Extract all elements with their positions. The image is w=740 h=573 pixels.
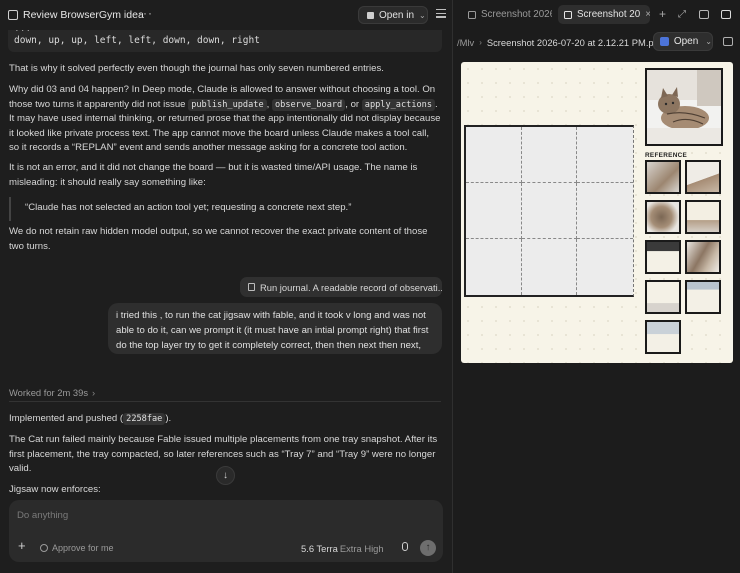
- more-icon[interactable]: ···: [138, 6, 153, 20]
- board-cell[interactable]: [466, 183, 522, 239]
- message-paragraph: Why did 03 and 04 happen? In Deep mode, …: [9, 83, 441, 156]
- user-message: i tried this , to run the cat jigsaw wit…: [108, 303, 442, 354]
- inline-code: publish_update: [188, 98, 267, 111]
- tray-piece[interactable]: [645, 200, 681, 234]
- message-paragraph: Implemented and pushed (2258fae).: [9, 412, 441, 427]
- chevron-down-icon: ⌄: [705, 37, 712, 46]
- expand-icon[interactable]: ⤢: [678, 9, 686, 20]
- journal-label: Run journal. A readable record of observ…: [260, 281, 442, 293]
- sidebar-toggle-icon[interactable]: [721, 10, 731, 19]
- tab-label: Screenshot 20: [577, 9, 641, 20]
- tray-piece[interactable]: [645, 240, 681, 274]
- tray-piece[interactable]: [685, 200, 721, 234]
- open-button[interactable]: Open ⌄: [653, 32, 713, 51]
- plus-icon[interactable]: +: [659, 7, 666, 21]
- board-cell[interactable]: [466, 239, 522, 295]
- scroll-down-button[interactable]: ↓: [216, 466, 235, 485]
- cat-photo: [647, 70, 721, 144]
- reference-image: [645, 68, 723, 146]
- chat-title[interactable]: Review BrowserGym idea: [23, 9, 144, 21]
- image-icon: [468, 10, 476, 19]
- board-cell[interactable]: [521, 183, 578, 239]
- open-in-button[interactable]: Open in ⌄: [358, 6, 428, 24]
- tray-piece[interactable]: [645, 160, 681, 194]
- tray-piece[interactable]: [685, 280, 721, 314]
- microphone-icon[interactable]: [402, 542, 408, 551]
- breadcrumb: /Mlv › Screenshot 2026-07-20 at 2.12.21 …: [453, 32, 740, 52]
- plus-icon: +: [18, 538, 26, 553]
- message-paragraph: We do not retain raw hidden model output…: [9, 226, 428, 252]
- arrow-down-icon: ↓: [223, 470, 228, 481]
- open-label: Open: [673, 36, 699, 47]
- board-cell[interactable]: [577, 239, 633, 295]
- tab-screenshot-2[interactable]: Screenshot 20 ×: [558, 5, 650, 24]
- chevron-right-icon: ›: [92, 387, 96, 398]
- text-span: ).: [165, 413, 172, 424]
- message-paragraph: It is not an error, and it did not chang…: [9, 162, 418, 188]
- blockquote: “Claude has not selected an action tool …: [9, 197, 441, 221]
- file-name: Screenshot 2026-07-20 at 2.12.21 PM.png: [486, 36, 665, 48]
- shield-icon: [40, 544, 48, 552]
- board-cell[interactable]: [577, 127, 633, 183]
- image-icon: [564, 10, 572, 19]
- tray-piece[interactable]: [685, 160, 721, 194]
- tray-piece[interactable]: [645, 320, 681, 354]
- code-line: down, up, up, left, left, down, down, ri…: [14, 35, 260, 46]
- tray-piece[interactable]: [645, 280, 681, 314]
- window-icon[interactable]: [699, 10, 709, 19]
- screenshot-viewer: REFERENCE: [461, 62, 733, 363]
- board-cell[interactable]: [521, 239, 578, 295]
- jigsaw-board: [464, 125, 634, 297]
- add-attachment-button[interactable]: +: [18, 538, 26, 553]
- chat-bubble-icon: [8, 10, 18, 20]
- message-paragraph: Jigsaw now enforces:: [9, 484, 101, 495]
- worked-for-toggle[interactable]: Worked for 2m 39s ›: [9, 387, 95, 398]
- chat-header: Review BrowserGym idea ··· Open in ⌄: [0, 0, 452, 30]
- composer: + Approve for me 5.6 TerraExtra High ↑: [9, 500, 443, 562]
- preview-app-icon: [660, 37, 669, 46]
- reference-label: REFERENCE: [645, 152, 688, 159]
- approve-label: Approve for me: [52, 543, 114, 553]
- divider: [9, 401, 441, 402]
- tray-piece[interactable]: [685, 240, 721, 274]
- open-in-label: Open in: [379, 9, 415, 21]
- list-icon[interactable]: [436, 9, 446, 19]
- code-cutoff: ...: [14, 30, 31, 34]
- document-icon: [248, 283, 255, 291]
- close-icon[interactable]: ×: [645, 9, 650, 20]
- inline-code: observe_board: [271, 98, 346, 111]
- message-paragraph: That is why it solved perfectly even tho…: [9, 63, 384, 74]
- journal-attachment[interactable]: Run journal. A readable record of observ…: [240, 277, 442, 297]
- path-prefix[interactable]: /Mlv: [457, 37, 474, 48]
- chevron-down-icon: ⌄: [419, 10, 426, 20]
- inline-code: apply_actions: [361, 98, 436, 111]
- model-selector[interactable]: 5.6 Terra Extra High: [301, 543, 384, 554]
- board-cell[interactable]: [577, 183, 633, 239]
- chat-pane: Review BrowserGym idea ··· Open in ⌄ ...…: [0, 0, 452, 573]
- board-cell[interactable]: [521, 127, 578, 183]
- send-button[interactable]: ↑: [420, 540, 436, 556]
- code-block: ... down, up, up, left, left, down, down…: [8, 30, 442, 52]
- copy-icon[interactable]: [723, 37, 733, 46]
- model-effort: Extra High: [339, 543, 384, 554]
- commit-hash: 2258fae: [123, 413, 166, 425]
- worked-for-label: Worked for 2m 39s: [9, 387, 89, 398]
- board-cell[interactable]: [466, 127, 522, 183]
- tab-screenshot-1[interactable]: Screenshot 2026: [462, 5, 552, 24]
- text-span: Implemented and pushed (: [9, 413, 124, 424]
- preview-pane: Screenshot 2026 Screenshot 20 × + ⤢ /Mlv…: [453, 0, 740, 573]
- tab-label: Screenshot 2026: [481, 9, 552, 20]
- app-icon: [367, 11, 374, 19]
- approve-for-me-toggle[interactable]: Approve for me: [40, 543, 114, 553]
- model-name: 5.6 Terra: [301, 543, 338, 554]
- text-span: , or: [345, 98, 362, 110]
- chevron-right-icon: ›: [479, 37, 482, 47]
- prompt-input[interactable]: [17, 510, 417, 526]
